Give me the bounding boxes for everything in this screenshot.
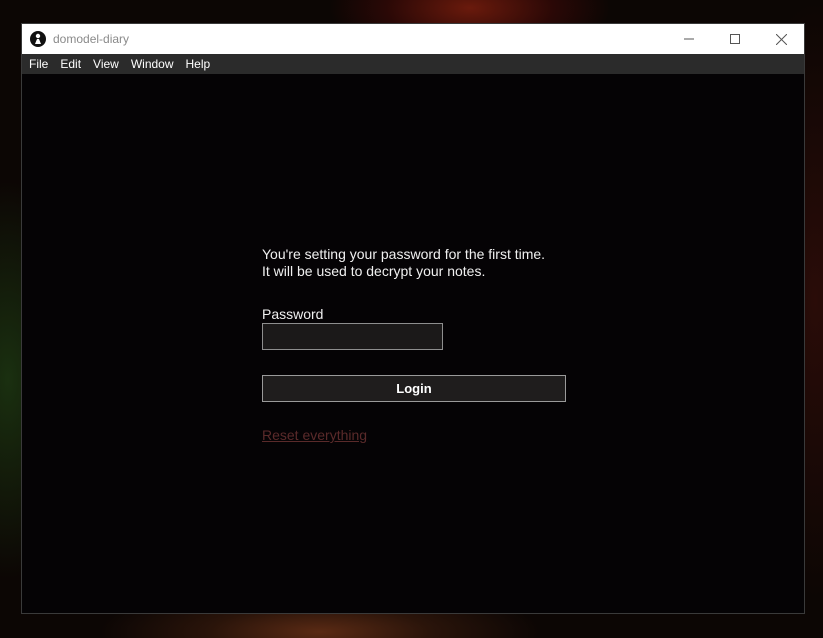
intro-line-2: It will be used to decrypt your notes. (262, 263, 486, 279)
maximize-button[interactable] (712, 24, 758, 54)
minimize-icon (684, 38, 694, 40)
password-input[interactable] (262, 323, 443, 350)
menu-window[interactable]: Window (125, 54, 180, 74)
main-content: You're setting your password for the fir… (22, 74, 804, 613)
close-button[interactable] (758, 24, 804, 54)
menu-help[interactable]: Help (180, 54, 217, 74)
close-icon (775, 33, 787, 45)
intro-line-1: You're setting your password for the fir… (262, 246, 546, 262)
menu-file[interactable]: File (23, 54, 54, 74)
title-bar[interactable]: domodel-diary (22, 24, 804, 54)
login-form: You're setting your password for the fir… (262, 246, 572, 445)
login-button[interactable]: Login (262, 375, 566, 402)
window-controls (666, 24, 804, 54)
app-logo-icon (30, 31, 46, 47)
minimize-button[interactable] (666, 24, 712, 54)
menu-bar: File Edit View Window Help (22, 54, 804, 74)
window-title: domodel-diary (53, 32, 130, 46)
maximize-icon (730, 34, 740, 44)
menu-view[interactable]: View (87, 54, 125, 74)
reset-everything-link[interactable]: Reset everything (262, 427, 367, 443)
password-label: Password (262, 306, 324, 322)
app-window: domodel-diary File Edit View Window Help… (21, 23, 805, 614)
menu-edit[interactable]: Edit (54, 54, 87, 74)
intro-text: You're setting your password for the fir… (262, 246, 572, 280)
